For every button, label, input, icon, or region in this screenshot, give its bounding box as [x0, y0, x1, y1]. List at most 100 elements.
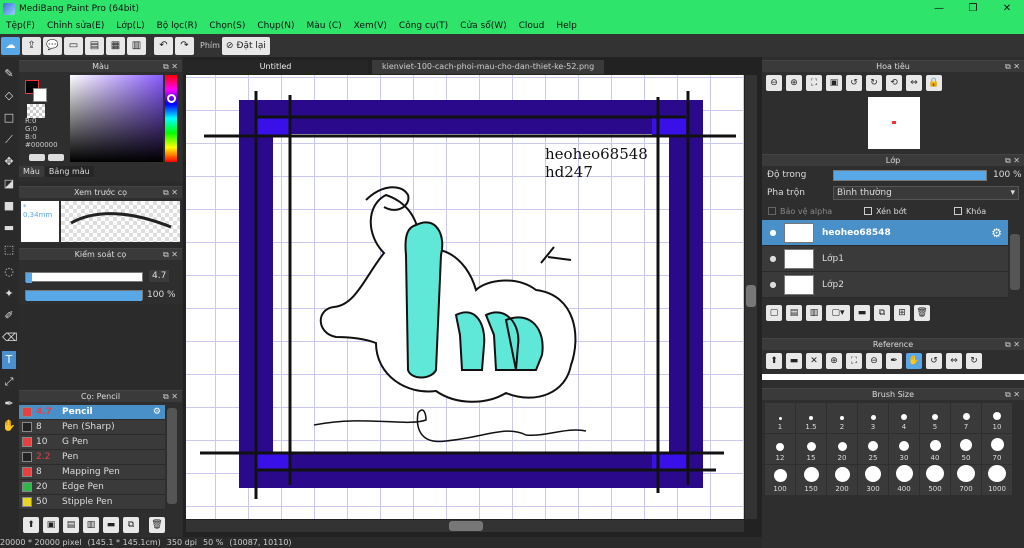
- canvas-hscroll[interactable]: [186, 520, 744, 532]
- magic-wand-icon[interactable]: ✦: [2, 285, 16, 303]
- undo-icon[interactable]: ↶: [154, 36, 173, 55]
- layer-row[interactable]: ● heoheo68548 ⚙: [762, 220, 1008, 246]
- panel-controls-icon[interactable]: ⧉ ✕: [1005, 389, 1020, 401]
- ref-hand-icon[interactable]: ✋: [906, 353, 922, 369]
- drawing-canvas[interactable]: heoheo68548 hd247: [186, 75, 744, 519]
- brush-copy-icon[interactable]: ⧉: [123, 517, 139, 533]
- brush-size-cell[interactable]: 4: [889, 403, 919, 433]
- clipping-checkbox[interactable]: [864, 207, 872, 215]
- new-layer-icon[interactable]: ▢: [766, 305, 782, 321]
- brush-item[interactable]: 2.2 Pen: [19, 450, 165, 465]
- layer-row[interactable]: ● Lớp2: [762, 272, 1008, 298]
- brush-size-value[interactable]: 4.7: [149, 270, 170, 282]
- panel-controls-icon[interactable]: ⧉ ✕: [163, 249, 178, 261]
- panel-controls-icon[interactable]: ⧉ ✕: [1005, 339, 1020, 351]
- panel-controls-icon[interactable]: ⧉ ✕: [163, 391, 178, 403]
- brush-item[interactable]: 10 G Pen: [19, 435, 165, 450]
- brush-size-cell[interactable]: 1000: [982, 465, 1012, 495]
- brush-size-cell[interactable]: 500: [920, 465, 950, 495]
- delete-layer-icon[interactable]: 🗑: [914, 305, 930, 321]
- ref-open-icon[interactable]: ▬: [786, 353, 802, 369]
- brush-size-cell[interactable]: 1.5: [796, 403, 826, 433]
- rotate-right-icon[interactable]: ↻: [866, 75, 882, 91]
- brush-add-icon[interactable]: ⬆: [23, 517, 39, 533]
- maximize-icon[interactable]: ❐: [956, 0, 990, 17]
- tab-palette[interactable]: Bảng màu: [44, 166, 94, 177]
- brush-size-cell[interactable]: 12: [765, 434, 795, 464]
- panel-controls-icon[interactable]: ⧉ ✕: [163, 187, 178, 199]
- brush-size-cell[interactable]: 15: [796, 434, 826, 464]
- brush-size-cell[interactable]: 400: [889, 465, 919, 495]
- minimize-icon[interactable]: —: [922, 0, 956, 17]
- operation-tool-icon[interactable]: ⤢: [2, 373, 16, 391]
- brush-page-icon[interactable]: ▥: [83, 517, 99, 533]
- layer-opacity-slider[interactable]: [833, 169, 987, 181]
- brush-size-cell[interactable]: 2: [827, 403, 857, 433]
- gradient-tool-icon[interactable]: ▬: [2, 219, 16, 237]
- menu-item[interactable]: Chụp(N): [251, 21, 300, 31]
- menu-item[interactable]: Chọn(S): [203, 21, 251, 31]
- brush-size-cell[interactable]: 3: [858, 403, 888, 433]
- canvas-vscroll[interactable]: [745, 75, 757, 519]
- select-tool-icon[interactable]: ⬚: [2, 241, 16, 259]
- hue-handle[interactable]: [167, 94, 176, 103]
- brush-edit-icon[interactable]: ▤: [63, 517, 79, 533]
- eye-icon[interactable]: ●: [762, 254, 784, 263]
- brush-item[interactable]: 8 Mapping Pen: [19, 465, 165, 480]
- panel-grid-icon[interactable]: ▦: [106, 36, 125, 55]
- brush-size-cell[interactable]: 40: [920, 434, 950, 464]
- menu-item[interactable]: Help: [550, 21, 583, 31]
- brush-size-cell[interactable]: 100: [765, 465, 795, 495]
- upload-icon[interactable]: ⇪: [22, 36, 41, 55]
- tab-untitled[interactable]: Untitled: [183, 60, 368, 74]
- saturation-value-picker[interactable]: [70, 75, 163, 162]
- menu-item[interactable]: Chỉnh sửa(E): [41, 21, 110, 31]
- flip-icon[interactable]: ⇔: [906, 75, 922, 91]
- menu-item[interactable]: Màu (C): [301, 21, 348, 31]
- actual-size-icon[interactable]: ▣: [826, 75, 842, 91]
- hue-slider[interactable]: [165, 75, 177, 162]
- shape-tool-icon[interactable]: □: [2, 109, 16, 127]
- reset-rotate-icon[interactable]: ⟲: [886, 75, 902, 91]
- text-tool-icon[interactable]: T: [2, 351, 16, 369]
- brush-item[interactable]: 50 Stipple Pen: [19, 495, 165, 510]
- new-halftone-layer-icon[interactable]: ▤: [786, 305, 802, 321]
- brush-item[interactable]: 20 Edge Pen: [19, 480, 165, 495]
- menu-item[interactable]: Tệp(F): [0, 21, 41, 31]
- brush-list-scrollbar[interactable]: [167, 408, 177, 504]
- brush-size-cell[interactable]: 1: [765, 403, 795, 433]
- panel-divide-icon[interactable]: ▥: [127, 36, 146, 55]
- brush-delete-icon[interactable]: 🗑: [149, 517, 165, 533]
- comment-icon[interactable]: 💬: [43, 36, 62, 55]
- ref-close-icon[interactable]: ✕: [806, 353, 822, 369]
- brush-opacity-slider[interactable]: [25, 290, 143, 301]
- new-8bit-layer-icon[interactable]: ▥: [806, 305, 822, 321]
- brush-size-cell[interactable]: 700: [951, 465, 981, 495]
- brush-new-icon[interactable]: ▣: [43, 517, 59, 533]
- balloon-icon[interactable]: ▭: [64, 36, 83, 55]
- lasso-tool-icon[interactable]: ◌: [2, 263, 16, 281]
- menu-item[interactable]: Cửa sổ(W): [454, 21, 512, 31]
- navigator-thumbnail[interactable]: [868, 97, 920, 149]
- brush-size-cell[interactable]: 300: [858, 465, 888, 495]
- duplicate-layer-icon[interactable]: ⧉: [874, 305, 890, 321]
- layer-row[interactable]: ● Lớp1: [762, 246, 1008, 272]
- ref-zoom-in-icon[interactable]: ⊕: [826, 353, 842, 369]
- brush-item[interactable]: 4.7 Pencil ⚙: [19, 405, 165, 420]
- blend-select[interactable]: Bình thường ▾: [833, 186, 1019, 200]
- brush-tool-icon[interactable]: ⟋: [2, 131, 16, 149]
- ref-cloud-icon[interactable]: ⬆: [766, 353, 782, 369]
- brush-size-cell[interactable]: 25: [858, 434, 888, 464]
- rotate-left-icon[interactable]: ↺: [846, 75, 862, 91]
- brush-size-cell[interactable]: 10: [982, 403, 1012, 433]
- brush-settings-icon[interactable]: ⚙: [153, 407, 161, 417]
- menu-item[interactable]: Bộ lọc(R): [151, 21, 204, 31]
- ref-zoom-out-icon[interactable]: ⊖: [866, 353, 882, 369]
- ref-eyedropper-icon[interactable]: ✒: [886, 353, 902, 369]
- panel-controls-icon[interactable]: ⧉ ✕: [1005, 155, 1020, 167]
- layer-list-scrollbar[interactable]: [1010, 234, 1020, 290]
- zoom-in-icon[interactable]: ⊕: [786, 75, 802, 91]
- ref-rotate-left-icon[interactable]: ↺: [926, 353, 942, 369]
- nav-lock-icon[interactable]: 🔒: [926, 75, 942, 91]
- ref-flip-icon[interactable]: ⇔: [946, 353, 962, 369]
